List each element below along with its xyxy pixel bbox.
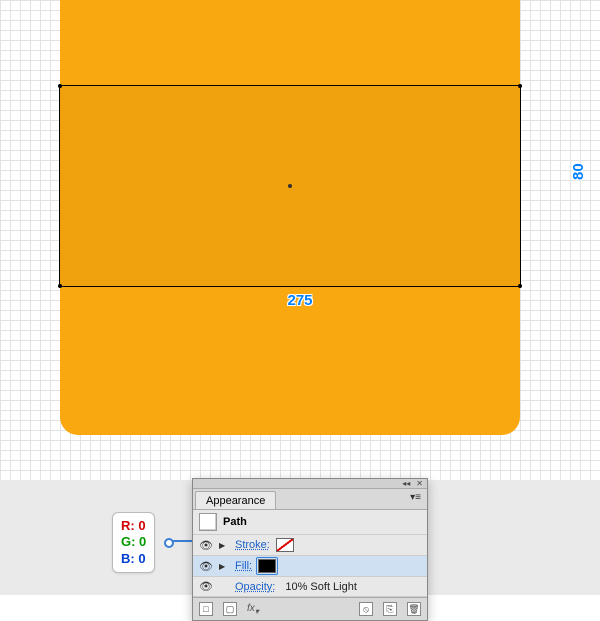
- panel-body: Path 👁 ▶ Stroke: 👁 ▶ Fill: 👁 Opacity: 10…: [193, 510, 427, 597]
- selection-type: Path: [223, 516, 247, 528]
- rgb-g-label: G: 0: [121, 534, 146, 550]
- close-icon[interactable]: ✕: [416, 479, 423, 488]
- panel-flyout-menu[interactable]: ▾≡: [404, 489, 427, 509]
- trash-icon[interactable]: 🗑: [407, 602, 421, 616]
- clear-appearance-icon[interactable]: ⦸: [359, 602, 373, 616]
- height-dimension-label: 80: [570, 163, 587, 180]
- disclosure-stroke[interactable]: ▶: [219, 541, 229, 550]
- panel-footer: □ ▢ fx▾ ⦸ ⎘ 🗑: [193, 597, 427, 620]
- rgb-b-label: B: 0: [121, 551, 146, 567]
- opacity-value: 10% Soft Light: [285, 581, 357, 593]
- width-dimension-label: 275: [287, 292, 312, 309]
- visibility-toggle-stroke[interactable]: 👁: [199, 539, 213, 552]
- tab-appearance[interactable]: Appearance: [195, 491, 276, 509]
- canvas-area[interactable]: 275 80: [0, 0, 600, 480]
- collapse-icon[interactable]: ◂◂: [402, 479, 410, 488]
- disclosure-fill[interactable]: ▶: [219, 562, 229, 571]
- panel-titlebar[interactable]: ◂◂ ✕: [193, 479, 427, 489]
- center-point: [288, 184, 292, 188]
- anchor-bottom-left[interactable]: [58, 284, 62, 288]
- panel-tabs: Appearance ▾≡: [193, 489, 427, 510]
- visibility-toggle-opacity[interactable]: 👁: [199, 580, 213, 593]
- rgb-callout: R: 0 G: 0 B: 0: [112, 512, 155, 573]
- selection-row[interactable]: Path: [193, 510, 427, 535]
- drawn-rectangle[interactable]: [59, 85, 521, 287]
- appearance-panel[interactable]: ◂◂ ✕ Appearance ▾≡ Path 👁 ▶ Stroke: 👁 ▶ …: [192, 478, 428, 621]
- selection-thumbnail: [199, 513, 217, 531]
- opacity-label[interactable]: Opacity:: [235, 581, 275, 593]
- new-fill-icon[interactable]: □: [199, 602, 213, 616]
- anchor-top-left[interactable]: [58, 84, 62, 88]
- fx-button[interactable]: fx▾: [247, 603, 259, 616]
- fill-swatch-black[interactable]: [258, 559, 276, 573]
- fill-row[interactable]: 👁 ▶ Fill:: [193, 556, 427, 577]
- opacity-row[interactable]: 👁 Opacity: 10% Soft Light: [193, 577, 427, 597]
- stroke-swatch-none[interactable]: [276, 538, 294, 552]
- stroke-label[interactable]: Stroke:: [235, 539, 270, 551]
- fill-label[interactable]: Fill:: [235, 560, 252, 572]
- anchor-bottom-right[interactable]: [518, 284, 522, 288]
- visibility-toggle-fill[interactable]: 👁: [199, 560, 213, 573]
- anchor-top-right[interactable]: [518, 84, 522, 88]
- stroke-row[interactable]: 👁 ▶ Stroke:: [193, 535, 427, 556]
- rgb-r-label: R: 0: [121, 518, 146, 534]
- new-stroke-icon[interactable]: ▢: [223, 602, 237, 616]
- duplicate-icon[interactable]: ⎘: [383, 602, 397, 616]
